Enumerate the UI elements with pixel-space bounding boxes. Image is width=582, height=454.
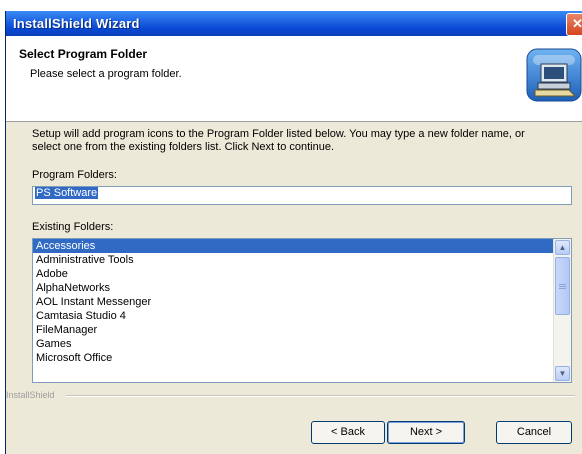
list-items: Accessories Administrative Tools Adobe A… xyxy=(33,239,553,382)
wizard-body: Setup will add program icons to the Prog… xyxy=(6,122,582,454)
existing-folders-label: Existing Folders: xyxy=(32,221,114,233)
installshield-brand: InstallShield xyxy=(6,390,59,400)
title-bar[interactable]: InstallShield Wizard ✕ xyxy=(6,11,582,36)
grip-icon xyxy=(559,284,566,285)
cancel-button[interactable]: Cancel xyxy=(496,421,572,444)
scroll-up-button[interactable]: ▲ xyxy=(555,240,570,255)
existing-folders-list[interactable]: Accessories Administrative Tools Adobe A… xyxy=(32,238,572,383)
brand-separator: InstallShield xyxy=(6,390,582,402)
list-item[interactable]: FileManager xyxy=(33,323,553,337)
close-icon: ✕ xyxy=(572,16,582,31)
separator-line xyxy=(66,395,575,397)
scroll-down-button[interactable]: ▼ xyxy=(555,366,570,381)
list-item[interactable]: Adobe xyxy=(33,267,553,281)
installshield-wizard-window: InstallShield Wizard ✕ Select Program Fo… xyxy=(5,11,582,454)
list-scrollbar[interactable]: ▲ ▼ xyxy=(553,239,571,382)
list-item[interactable]: AOL Instant Messenger xyxy=(33,295,553,309)
header-title: Select Program Folder xyxy=(19,47,148,61)
chevron-down-icon: ▼ xyxy=(558,369,567,378)
program-folder-input[interactable]: PS Software xyxy=(32,186,572,205)
back-button[interactable]: < Back xyxy=(311,421,385,444)
program-folder-value: PS Software xyxy=(35,187,99,199)
scroll-thumb[interactable] xyxy=(555,257,570,315)
list-item[interactable]: Microsoft Office xyxy=(33,351,553,365)
program-folders-label: Program Folders: xyxy=(32,169,117,181)
list-item[interactable]: Games xyxy=(33,337,553,351)
chevron-up-icon: ▲ xyxy=(558,243,567,252)
list-item[interactable]: AlphaNetworks xyxy=(33,281,553,295)
list-item[interactable]: Camtasia Studio 4 xyxy=(33,309,553,323)
list-item[interactable]: Administrative Tools xyxy=(33,253,553,267)
header-subtitle: Please select a program folder. xyxy=(30,68,182,80)
next-button[interactable]: Next > xyxy=(387,421,465,444)
list-item[interactable]: Accessories xyxy=(33,239,553,253)
window-title: InstallShield Wizard xyxy=(13,16,140,31)
instructions-text: Setup will add program icons to the Prog… xyxy=(32,128,525,153)
wizard-header: Select Program Folder Please select a pr… xyxy=(6,36,582,122)
close-button[interactable]: ✕ xyxy=(566,13,582,36)
computer-folder-icon xyxy=(526,48,582,102)
